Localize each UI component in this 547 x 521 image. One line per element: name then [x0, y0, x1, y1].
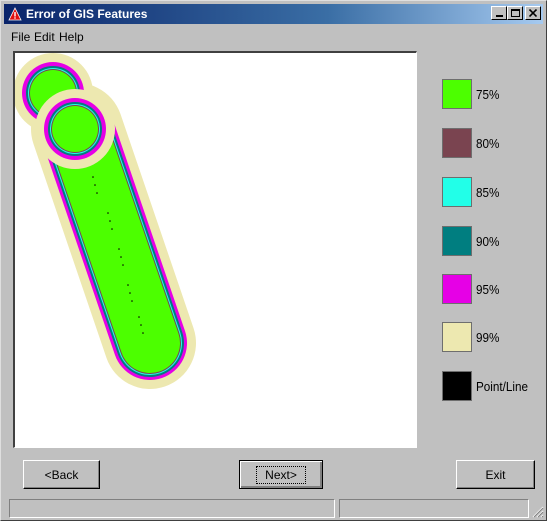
close-icon [529, 9, 537, 17]
legend-label: 80% [476, 136, 500, 151]
back-button[interactable]: <Back [23, 460, 100, 489]
warning-icon [8, 7, 22, 21]
point-buffer-2 [35, 89, 115, 169]
window-title: Error of GIS Features [26, 7, 148, 21]
menu-file[interactable]: File [11, 30, 30, 44]
exit-button-label: Exit [485, 467, 506, 482]
exit-button[interactable]: Exit [456, 460, 535, 489]
application-window: Error of GIS Features File Edit Help 75%… [0, 0, 547, 521]
status-pane-left [9, 499, 335, 518]
map-canvas[interactable] [13, 51, 417, 448]
next-button[interactable]: Next> [239, 460, 323, 489]
next-button-label: Next> [256, 465, 306, 484]
legend-swatch [442, 128, 472, 158]
title-bar[interactable]: Error of GIS Features [4, 4, 543, 24]
status-pane-right [339, 499, 529, 518]
legend-swatch [442, 79, 472, 109]
menu-help[interactable]: Help [59, 30, 84, 44]
resize-grip-icon[interactable] [532, 506, 544, 518]
legend-label: 95% [476, 282, 500, 297]
menu-bar: File Edit Help [4, 27, 543, 45]
minimize-button[interactable] [491, 6, 507, 20]
legend-swatch [442, 274, 472, 304]
minimize-icon [495, 15, 503, 17]
legend-swatch [442, 371, 472, 401]
maximize-button[interactable] [507, 6, 523, 20]
legend-label: 75% [476, 87, 500, 102]
legend-label: 90% [476, 234, 500, 249]
close-button[interactable] [525, 6, 541, 20]
error-band-drawing [15, 53, 196, 389]
menu-edit[interactable]: Edit [34, 30, 55, 44]
legend-swatch [442, 177, 472, 207]
legend-label: Point/Line [476, 379, 529, 394]
legend: 75% 80% 85% 90% 95% 99% Point/Line [429, 51, 539, 448]
legend-swatch [442, 226, 472, 256]
maximize-icon [510, 9, 520, 17]
back-button-label: <Back [44, 467, 79, 482]
legend-swatch [442, 322, 472, 352]
legend-label: 99% [476, 330, 500, 345]
legend-label: 85% [476, 185, 500, 200]
